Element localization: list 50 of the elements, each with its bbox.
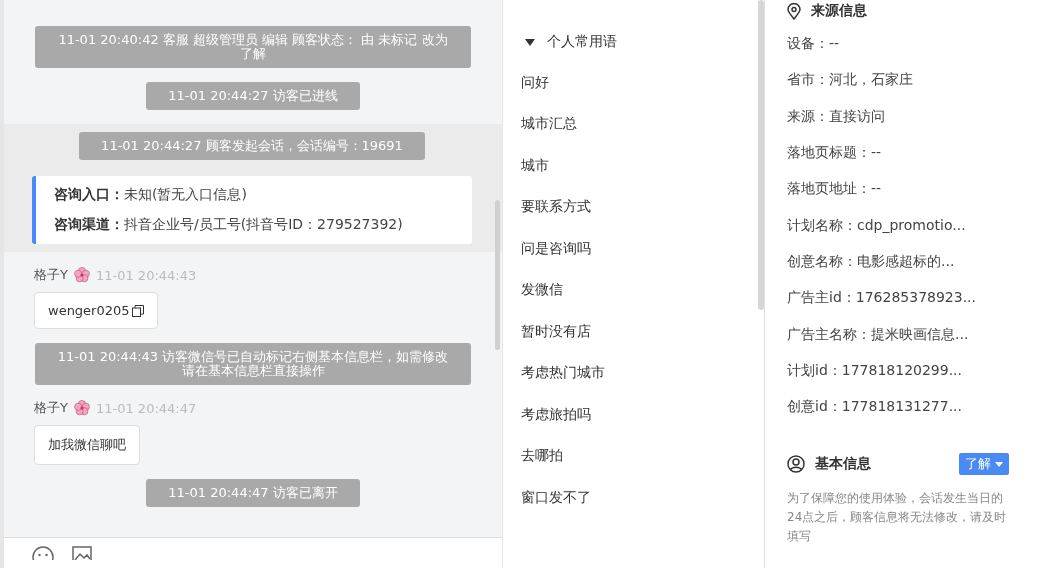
phrase-item[interactable]: 问好 bbox=[521, 62, 549, 104]
message-time: 11-01 20:44:47 bbox=[95, 400, 197, 416]
phrase-item[interactable]: 考虑旅拍吗 bbox=[521, 394, 591, 436]
phrase-item[interactable]: 城市汇总 bbox=[521, 103, 577, 145]
info-row: 计划id：177818120299... bbox=[787, 361, 962, 380]
info-row: 来源：直接访问 bbox=[787, 107, 885, 126]
sender-name: 格子Y bbox=[34, 399, 68, 417]
emoji-icon[interactable] bbox=[32, 546, 54, 560]
scrollbar-thumb[interactable] bbox=[758, 0, 764, 310]
image-icon[interactable] bbox=[72, 546, 92, 560]
info-row: 设备：-- bbox=[787, 35, 840, 54]
message-bubble: wenger0205 bbox=[34, 292, 158, 329]
system-notice: 11-01 20:44:27 顾客发起会话，会话编号：19691 bbox=[79, 132, 425, 160]
phrase-item[interactable]: 考虑热门城市 bbox=[521, 352, 605, 394]
message-time: 11-01 20:44:43 bbox=[95, 267, 197, 283]
sender-name: 格子Y bbox=[34, 266, 68, 284]
card-field: 咨询入口：未知(暂无入口信息) bbox=[54, 186, 454, 204]
caret-icon bbox=[525, 38, 535, 46]
phrase-group[interactable]: 个人常用语 bbox=[521, 30, 617, 54]
phrase-item[interactable]: 去哪拍 bbox=[521, 435, 563, 477]
scrollbar-thumb[interactable] bbox=[495, 200, 500, 350]
system-notice: 11-01 20:44:47 访客已离开 bbox=[146, 479, 360, 507]
location-pin-icon bbox=[787, 2, 801, 20]
info-row: 计划名称：cdp_promotio... bbox=[787, 216, 966, 235]
copy-icon[interactable] bbox=[131, 304, 144, 317]
phrase-item[interactable]: 要联系方式 bbox=[521, 186, 591, 228]
info-row: 省市：河北，石家庄 bbox=[787, 71, 913, 90]
phrase-item[interactable]: 暂时没有店 bbox=[521, 311, 591, 353]
info-row: 落地页标题：-- bbox=[787, 144, 882, 163]
flower-icon bbox=[73, 267, 90, 283]
phrase-item[interactable]: 城市 bbox=[521, 145, 549, 187]
phrase-item[interactable]: 窗口发不了 bbox=[521, 477, 591, 519]
user-circle-icon bbox=[787, 455, 805, 474]
flower-icon bbox=[73, 400, 90, 416]
system-notice: 11-01 20:44:27 访客已进线 bbox=[146, 82, 360, 110]
system-notice: 11-01 20:40:42 客服 超级管理员 编辑 顾客状态： 由 未标记 改为了解 bbox=[35, 26, 471, 68]
phrase-item[interactable]: 问是咨询吗 bbox=[521, 228, 591, 270]
notice-text: 为了保障您的使用体验，会话发生当日的24点之后，顾客信息将无法修改，请及时填写 bbox=[787, 490, 1008, 546]
caret-icon bbox=[995, 461, 1003, 467]
info-row: 创意id：177818131277... bbox=[787, 398, 962, 417]
info-row: 创意名称：电影感超标的... bbox=[787, 252, 955, 271]
message-bubble: 加我微信聊吧 bbox=[34, 425, 140, 465]
system-notice: 11-01 20:44:43 访客微信号已自动标记右侧基本信息栏，如需修改请在基本信息栏直接操作 bbox=[35, 343, 471, 385]
card-field: 咨询渠道：抖音企业号/员工号(抖音号ID：279527392) bbox=[54, 216, 454, 234]
info-row: 广告主id：176285378923... bbox=[787, 289, 976, 308]
info-row: 广告主名称：提米映画信息... bbox=[787, 325, 969, 344]
section-title: 基本信息 bbox=[815, 455, 871, 474]
phrase-item[interactable]: 发微信 bbox=[521, 269, 563, 311]
info-row: 落地页地址：-- bbox=[787, 180, 882, 199]
section-title: 来源信息 bbox=[811, 2, 867, 20]
